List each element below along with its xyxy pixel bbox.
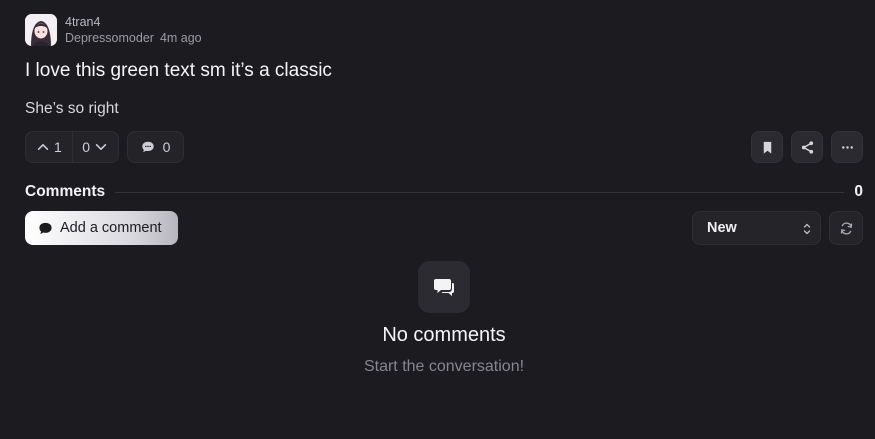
chevron-up-down-icon [803, 223, 811, 235]
downvote-button[interactable]: 0 [72, 132, 118, 162]
refresh-icon [840, 221, 852, 235]
empty-state-title: No comments [382, 324, 506, 346]
more-options-button[interactable] [831, 131, 863, 163]
community-name[interactable]: Depressomoder [65, 31, 154, 45]
refresh-button[interactable] [829, 211, 863, 245]
comments-title: Comments [25, 183, 106, 200]
speech-bubble-icon [141, 141, 154, 153]
sort-select-value: New [707, 220, 737, 236]
sort-select[interactable]: New [692, 211, 821, 245]
downvote-count: 0 [82, 139, 90, 155]
upvote-button[interactable]: 1 [26, 132, 72, 162]
speech-bubble-icon [39, 222, 52, 234]
share-button[interactable] [791, 131, 823, 163]
add-comment-button[interactable]: Add a comment [25, 211, 178, 245]
post-container: 4tran4 Depressomoder 4m ago I love this g… [25, 0, 863, 439]
post-header: 4tran4 Depressomoder 4m ago [25, 14, 202, 46]
post-time: 4m ago [159, 31, 202, 45]
chevron-up-icon [37, 144, 49, 150]
add-comment-label: Add a comment [60, 220, 162, 236]
post-body: She’s so right [25, 100, 119, 117]
comment-count: 0 [162, 139, 171, 155]
bookmark-button[interactable] [751, 131, 783, 163]
share-icon [801, 140, 813, 154]
chat-bubbles-icon [434, 279, 454, 296]
ellipsis-icon [841, 145, 853, 149]
post-meta: 4tran4 Depressomoder 4m ago [65, 14, 202, 46]
action-bar: 1 0 0 [25, 131, 863, 163]
post-title: I love this green text sm it’s a classic [25, 60, 332, 81]
comments-divider [115, 191, 845, 193]
comments-header: Comments 0 [25, 182, 863, 202]
comment-count-button[interactable]: 0 [127, 131, 184, 163]
bookmark-icon [763, 141, 771, 154]
post-sub-line: Depressomoder 4m ago [65, 30, 202, 46]
upvote-count: 1 [54, 139, 62, 155]
avatar[interactable] [25, 14, 57, 46]
vote-group: 1 0 [25, 131, 119, 163]
empty-state-icon-box [418, 261, 470, 313]
empty-state-subtitle: Start the conversation! [363, 358, 525, 375]
comments-count: 0 [854, 183, 863, 200]
empty-state: No comments Start the conversation! [25, 261, 863, 376]
avatar-image [25, 14, 57, 46]
chevron-down-icon [95, 144, 107, 150]
author-name[interactable]: 4tran4 [65, 14, 202, 30]
